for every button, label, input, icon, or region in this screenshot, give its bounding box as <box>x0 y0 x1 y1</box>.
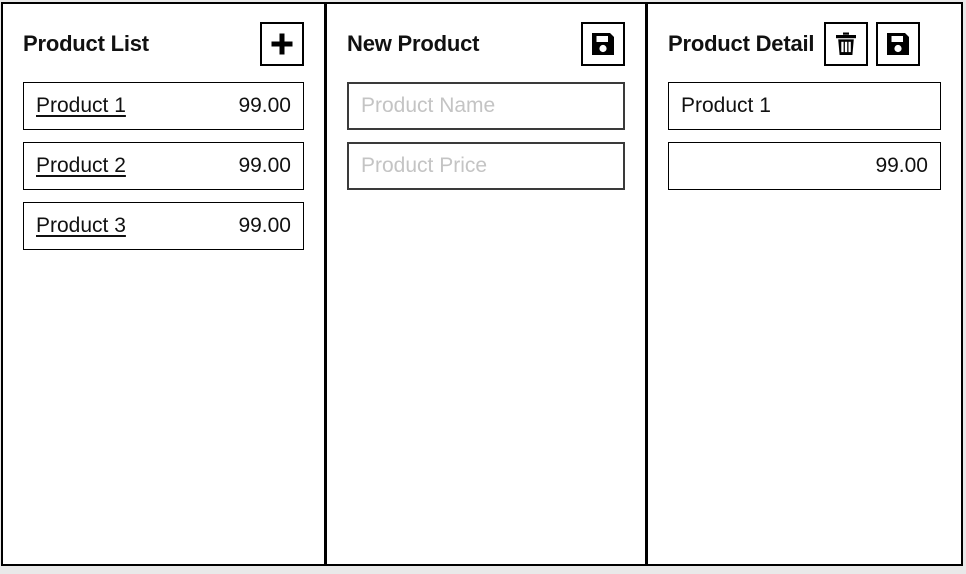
new-product-name-input[interactable] <box>347 82 625 130</box>
app-frame: Product List Product 1 99.00 Product 2 9… <box>1 2 963 566</box>
new-product-panel: New Product <box>324 4 645 564</box>
table-row[interactable]: Product 3 99.00 <box>23 202 304 250</box>
product-detail-form <box>668 82 941 202</box>
product-list-panel: Product List Product 1 99.00 Product 2 9… <box>3 4 324 564</box>
product-detail-panel-inner: Product Detail <box>648 4 961 564</box>
new-product-title: New Product <box>347 31 480 56</box>
new-product-header: New Product <box>347 16 625 72</box>
table-row[interactable]: Product 2 99.00 <box>23 142 304 190</box>
product-price: 99.00 <box>238 154 291 177</box>
product-list-header: Product List <box>23 16 304 72</box>
product-detail-panel: Product Detail <box>645 4 961 564</box>
trash-icon <box>833 31 859 57</box>
plus-icon <box>269 31 295 57</box>
product-detail-name-input[interactable] <box>668 82 941 130</box>
product-price: 99.00 <box>238 214 291 237</box>
save-floppy-icon <box>590 31 616 57</box>
product-link[interactable]: Product 1 <box>36 94 126 118</box>
new-product-price-input[interactable] <box>347 142 625 190</box>
product-list-panel-inner: Product List Product 1 99.00 Product 2 9… <box>3 4 324 564</box>
save-new-product-button[interactable] <box>581 22 625 66</box>
new-product-form <box>347 82 625 202</box>
delete-product-button[interactable] <box>824 22 869 66</box>
table-row[interactable]: Product 1 99.00 <box>23 82 304 130</box>
product-list: Product 1 99.00 Product 2 99.00 Product … <box>23 82 304 262</box>
product-link[interactable]: Product 3 <box>36 214 126 238</box>
product-price: 99.00 <box>238 94 291 117</box>
product-detail-price-input[interactable] <box>668 142 941 190</box>
product-link[interactable]: Product 2 <box>36 154 126 178</box>
product-detail-title: Product Detail <box>668 31 815 56</box>
save-product-button[interactable] <box>876 22 921 66</box>
add-product-button[interactable] <box>260 22 304 66</box>
product-list-title: Product List <box>23 31 149 56</box>
product-detail-header: Product Detail <box>668 16 941 72</box>
new-product-panel-inner: New Product <box>327 4 645 564</box>
save-floppy-icon <box>885 31 911 57</box>
